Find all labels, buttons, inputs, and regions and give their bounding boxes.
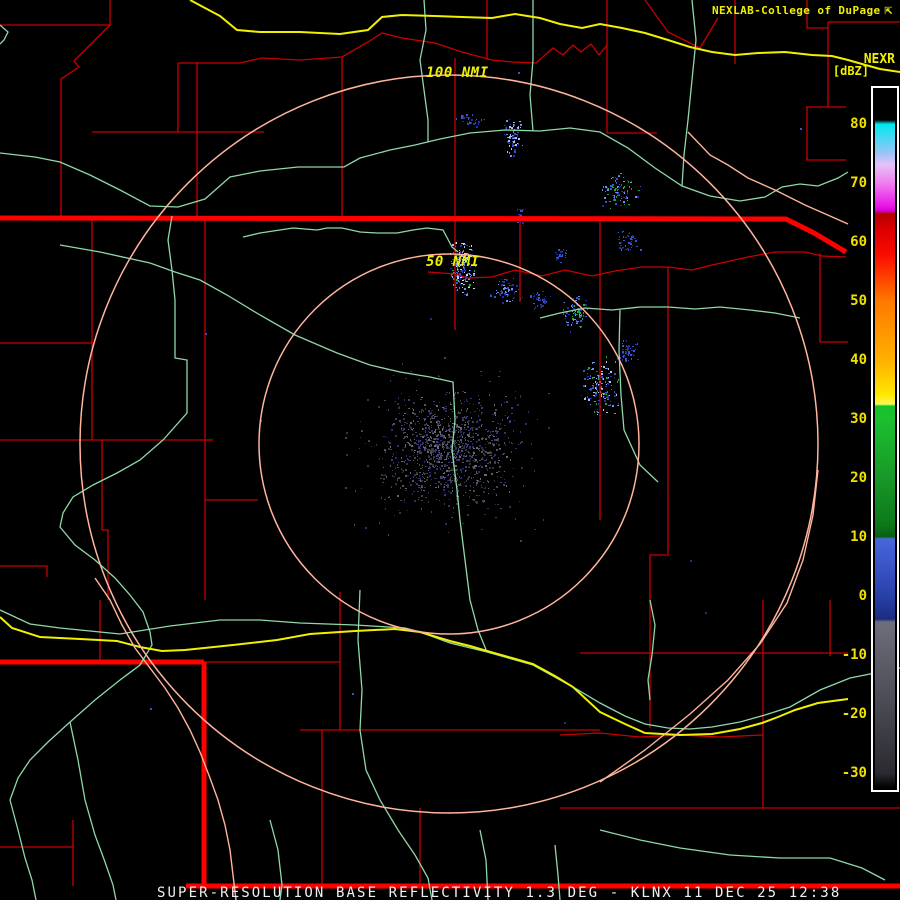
colorbar-tick-label: 80 (850, 116, 867, 132)
range-ring-label-50: 50 NMI (426, 254, 480, 270)
range-ring-label-100: 100 NMI (426, 65, 489, 81)
colorbar-tick-label: 40 (850, 352, 867, 368)
colorbar-tick-label: 10 (850, 529, 867, 545)
colorbar (871, 86, 899, 792)
status-caption: SUPER-RESOLUTION BASE REFLECTIVITY 1.3 D… (157, 885, 842, 900)
colorbar-tick-label: -30 (841, 765, 867, 781)
colorbar-gradient (875, 90, 895, 788)
title-bar: NEXLAB-College of DuPage ⇱ (712, 3, 893, 18)
colorbar-tick-label: 60 (850, 234, 867, 250)
map-canvas (0, 0, 900, 900)
colorbar-tick-label: 50 (850, 293, 867, 309)
colorbar-tick-label: 0 (858, 588, 867, 604)
external-link-icon[interactable]: ⇱ (885, 3, 893, 18)
colorbar-tick-label: -10 (841, 647, 867, 663)
colorbar-tick-label: 70 (850, 175, 867, 191)
app-title: NEXLAB-College of DuPage (712, 4, 881, 17)
colorbar-tick-label: 20 (850, 470, 867, 486)
colorbar-units: [dBZ] (832, 64, 869, 78)
colorbar-tick-label: 30 (850, 411, 867, 427)
colorbar-tick-label: -20 (841, 706, 867, 722)
radar-display: NEXLAB-College of DuPage ⇱ NEXR [dBZ] 80 7… (0, 0, 900, 900)
